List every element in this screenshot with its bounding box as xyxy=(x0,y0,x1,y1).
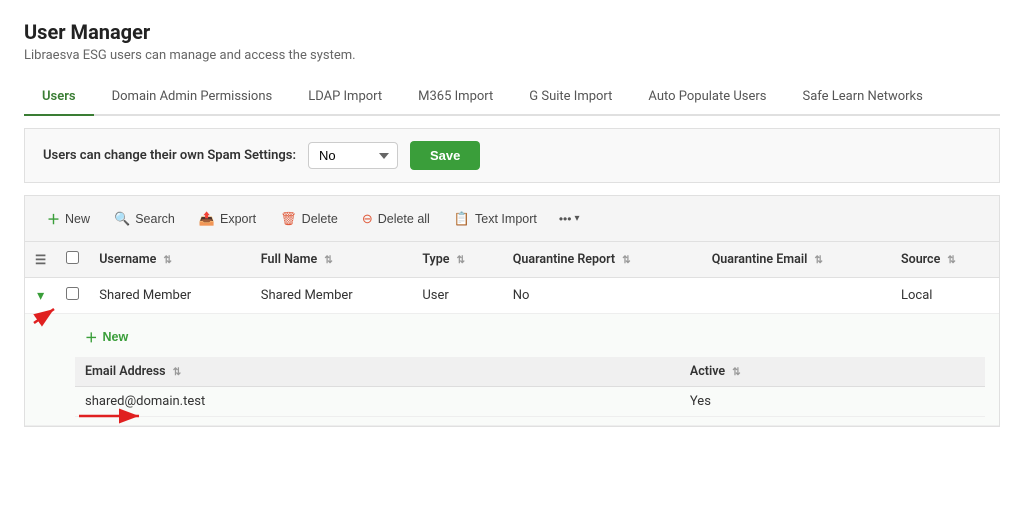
delete-icon: 🗑 xyxy=(280,211,297,227)
table-row: ▾ Shared Member Shared Member User No Lo… xyxy=(25,278,999,314)
col-checkbox-header xyxy=(56,242,89,278)
sort-qr-icon[interactable]: ⇅ xyxy=(622,255,630,266)
sub-new-button[interactable]: ＋ New xyxy=(75,322,138,351)
tab-domain-admin[interactable]: Domain Admin Permissions xyxy=(94,79,291,116)
search-button[interactable]: 🔍 Search xyxy=(104,206,185,232)
expanded-row: ＋ New Email Address xyxy=(25,314,999,426)
col-quarantine-report: Quarantine Report ⇅ xyxy=(503,242,702,278)
select-all-checkbox[interactable] xyxy=(66,251,79,264)
more-chevron-icon: ▾ xyxy=(574,213,579,224)
more-button[interactable]: ••• ▾ xyxy=(551,207,588,231)
delete-button[interactable]: 🗑 Delete xyxy=(270,206,348,232)
col-quarantine-email: Quarantine Email ⇅ xyxy=(702,242,891,278)
row-expand-chevron[interactable]: ▾ xyxy=(37,288,44,304)
sort-fullname-icon[interactable]: ⇅ xyxy=(324,255,332,266)
spam-settings-label: Users can change their own Spam Settings… xyxy=(43,148,296,163)
email-sub-table: Email Address ⇅ Active ⇅ xyxy=(75,357,985,417)
cell-type: User xyxy=(412,278,502,314)
export-icon: 📤 xyxy=(199,211,215,227)
sort-active-icon[interactable]: ⇅ xyxy=(732,367,740,378)
sub-col-email: Email Address ⇅ xyxy=(75,357,680,387)
sort-username-icon[interactable]: ⇅ xyxy=(163,255,171,266)
sort-qe-icon[interactable]: ⇅ xyxy=(814,255,822,266)
export-button[interactable]: 📤 Export xyxy=(189,206,266,232)
tab-gsuite[interactable]: G Suite Import xyxy=(511,79,630,116)
new-button[interactable]: ＋ New xyxy=(37,204,100,233)
sort-source-icon[interactable]: ⇅ xyxy=(947,255,955,266)
delete-all-icon: ⊖ xyxy=(362,211,373,227)
delete-all-label: Delete all xyxy=(378,212,430,226)
export-label: Export xyxy=(220,212,256,226)
new-label: New xyxy=(65,212,90,226)
table-toolbar: ＋ New 🔍 Search 📤 Export 🗑 Delete ⊖ Delet… xyxy=(24,195,1000,241)
sub-table-row: shared@domain.test Yes xyxy=(75,387,985,417)
page-title: User Manager xyxy=(24,20,1000,44)
sort-type-icon[interactable]: ⇅ xyxy=(457,255,465,266)
text-import-icon: 📋 xyxy=(454,211,470,227)
tab-users[interactable]: Users xyxy=(24,79,94,116)
spam-settings-select[interactable]: No Yes xyxy=(308,142,398,169)
col-fullname: Full Name ⇅ xyxy=(251,242,413,278)
tab-safe-learn[interactable]: Safe Learn Networks xyxy=(785,79,941,116)
plus-icon: ＋ xyxy=(47,209,60,228)
search-icon: 🔍 xyxy=(114,211,130,227)
sub-plus-icon: ＋ xyxy=(85,327,98,346)
col-source: Source ⇅ xyxy=(891,242,999,278)
settings-bar: Users can change their own Spam Settings… xyxy=(24,128,1000,183)
cell-fullname: Shared Member xyxy=(251,278,413,314)
delete-all-button[interactable]: ⊖ Delete all xyxy=(352,206,440,232)
col-list-icon: ☰ xyxy=(25,242,56,278)
row-checkbox[interactable] xyxy=(66,287,79,300)
sub-new-label: New xyxy=(103,330,129,344)
save-button[interactable]: Save xyxy=(410,141,480,170)
tab-ldap[interactable]: LDAP Import xyxy=(290,79,400,116)
col-type: Type ⇅ xyxy=(412,242,502,278)
page-subtitle: Libraesva ESG users can manage and acces… xyxy=(24,48,1000,63)
sub-cell-email: shared@domain.test xyxy=(75,387,680,417)
delete-label: Delete xyxy=(302,212,338,226)
list-icon: ☰ xyxy=(35,253,46,268)
tab-m365[interactable]: M365 Import xyxy=(400,79,511,116)
text-import-label: Text Import xyxy=(475,212,537,226)
col-username: Username ⇅ xyxy=(89,242,251,278)
sub-col-active: Active ⇅ xyxy=(680,357,985,387)
users-table: ☰ Username ⇅ Full Name ⇅ xyxy=(24,241,1000,427)
tabs-nav: Users Domain Admin Permissions LDAP Impo… xyxy=(24,79,1000,116)
cell-quarantine-email xyxy=(702,278,891,314)
tab-auto-populate[interactable]: Auto Populate Users xyxy=(630,79,784,116)
more-dots: ••• xyxy=(559,212,572,226)
cell-source: Local xyxy=(891,278,999,314)
text-import-button[interactable]: 📋 Text Import xyxy=(444,206,547,232)
sort-email-icon[interactable]: ⇅ xyxy=(173,367,181,378)
cell-quarantine-report: No xyxy=(503,278,702,314)
cell-username: Shared Member xyxy=(89,278,251,314)
sub-cell-active: Yes xyxy=(680,387,985,417)
search-label: Search xyxy=(135,212,175,226)
